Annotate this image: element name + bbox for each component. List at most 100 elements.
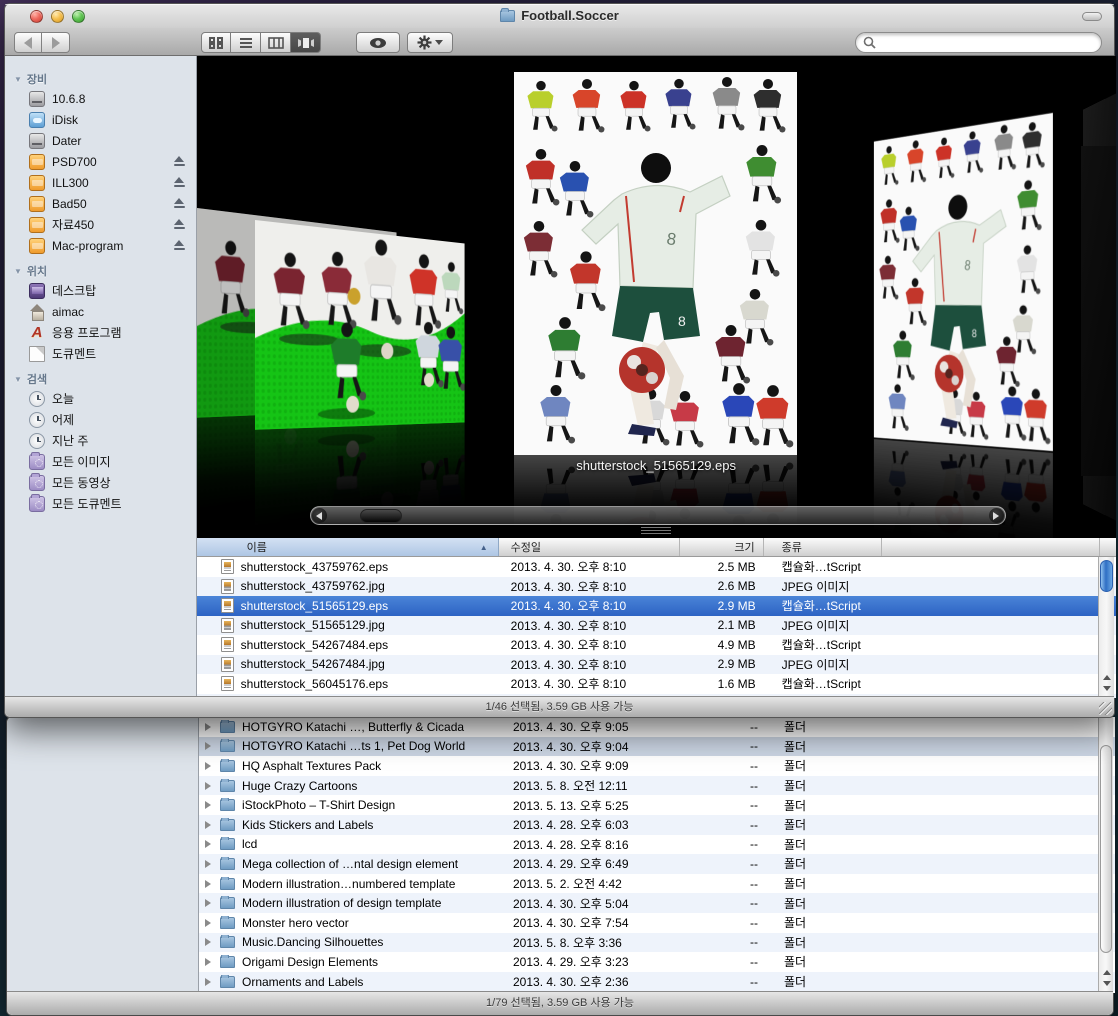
- file-row[interactable]: shutterstock_43759762.eps 2013. 4. 30. 오…: [197, 557, 1116, 577]
- sidebar-item[interactable]: ILL300: [5, 172, 196, 193]
- sidebar-item[interactable]: 모든 이미지: [5, 451, 196, 472]
- folder-icon: [220, 936, 235, 948]
- sidebar-section-search-for[interactable]: ▼검색: [5, 370, 196, 388]
- folder-row[interactable]: Huge Crazy Cartoons 2013. 5. 8. 오전 12:11…: [199, 776, 1115, 796]
- eject-icon[interactable]: [173, 177, 186, 188]
- list-view-button[interactable]: [231, 32, 261, 53]
- sidebar-item[interactable]: aimac: [5, 301, 196, 322]
- toolbar-toggle-button[interactable]: [1082, 12, 1102, 21]
- sidebar-item[interactable]: 지난 주: [5, 430, 196, 451]
- coverflow-scroll-left-button[interactable]: [312, 508, 327, 523]
- folder-row[interactable]: HQ Asphalt Textures Pack 2013. 4. 30. 오후…: [199, 756, 1115, 776]
- disclosure-triangle-icon[interactable]: [205, 742, 215, 750]
- coverflow-scroll-thumb[interactable]: [360, 509, 402, 523]
- disclosure-triangle-icon[interactable]: [205, 938, 215, 946]
- eject-icon[interactable]: [173, 219, 186, 230]
- sidebar-section-devices[interactable]: ▼장비: [5, 70, 196, 88]
- cover-item-right[interactable]: [874, 112, 1053, 538]
- eject-icon[interactable]: [173, 240, 186, 251]
- file-row[interactable]: shutterstock_43759762.jpg 2013. 4. 30. 오…: [197, 577, 1116, 597]
- sidebar-item-icon: [29, 283, 45, 299]
- file-row[interactable]: shutterstock_51565129.jpg 2013. 4. 30. 오…: [197, 616, 1116, 636]
- sidebar-item[interactable]: 응용 프로그램: [5, 322, 196, 343]
- title-bar[interactable]: Football.Soccer: [5, 4, 1114, 28]
- sidebar-item[interactable]: 도큐멘트: [5, 343, 196, 364]
- search-field[interactable]: [855, 32, 1102, 53]
- folder-row[interactable]: lcd 2013. 4. 28. 오후 8:16 -- 폴더: [199, 835, 1115, 855]
- folder-row[interactable]: Kids Stickers and Labels 2013. 4. 28. 오후…: [199, 815, 1115, 835]
- file-row[interactable]: shutterstock_51565129.eps 2013. 4. 30. 오…: [197, 596, 1116, 616]
- folder-icon: [220, 760, 235, 772]
- finder-window-background[interactable]: HOTGYRO Katachi …, Butterfly & Cicada 20…: [6, 716, 1114, 1016]
- disclosure-triangle-icon[interactable]: [205, 723, 215, 731]
- disclosure-triangle-icon[interactable]: [205, 782, 215, 790]
- eject-icon[interactable]: [173, 156, 186, 167]
- quick-look-button[interactable]: [356, 32, 400, 53]
- list-scrollbar[interactable]: [1098, 557, 1114, 698]
- folder-row[interactable]: iStockPhoto – T-Shirt Design 2013. 5. 13…: [199, 795, 1115, 815]
- disclosure-triangle-icon[interactable]: [205, 880, 215, 888]
- sidebar-item[interactable]: Bad50: [5, 193, 196, 214]
- sidebar-item[interactable]: Dater: [5, 130, 196, 151]
- column-header-kind[interactable]: 종류: [764, 538, 882, 556]
- disclosure-triangle-icon[interactable]: [205, 958, 215, 966]
- icon-view-button[interactable]: [201, 32, 231, 53]
- disclosure-triangle-icon[interactable]: [205, 801, 215, 809]
- back-button[interactable]: [14, 32, 42, 53]
- sidebar-item[interactable]: 모든 도큐멘트: [5, 493, 196, 514]
- folder-row[interactable]: Monster hero vector 2013. 4. 30. 오후 7:54…: [199, 913, 1115, 933]
- column-view-button[interactable]: [261, 32, 291, 53]
- sidebar-item[interactable]: 데스크탑: [5, 280, 196, 301]
- file-row[interactable]: shutterstock_54267484.eps 2013. 4. 30. 오…: [197, 635, 1116, 655]
- cover-item-left[interactable]: [255, 220, 465, 538]
- disclosure-triangle-icon[interactable]: [205, 821, 215, 829]
- column-header-size[interactable]: 크기: [680, 538, 764, 556]
- column-header-name[interactable]: 이름▲: [197, 538, 499, 556]
- sidebar-item-label: iDisk: [52, 113, 78, 127]
- coverflow-resize-handle[interactable]: [641, 527, 671, 535]
- folder-row[interactable]: Ornaments and Labels 2013. 4. 30. 오후 2:3…: [199, 972, 1115, 992]
- sidebar-item[interactable]: 모든 동영상: [5, 472, 196, 493]
- eject-icon[interactable]: [173, 198, 186, 209]
- sidebar-item[interactable]: 오늘: [5, 388, 196, 409]
- sidebar-section-places[interactable]: ▼위치: [5, 262, 196, 280]
- sidebar-item[interactable]: PSD700: [5, 151, 196, 172]
- disclosure-triangle-icon[interactable]: [205, 762, 215, 770]
- folder-row[interactable]: Mega collection of …ntal design element …: [199, 854, 1115, 874]
- action-menu-button[interactable]: [407, 32, 453, 53]
- forward-button[interactable]: [42, 32, 70, 53]
- scroll-up-button[interactable]: [1099, 963, 1115, 978]
- folder-row[interactable]: HOTGYRO Katachi …ts 1, Pet Dog World 201…: [199, 737, 1115, 757]
- sidebar-item[interactable]: 10.6.8: [5, 88, 196, 109]
- disclosure-triangle-icon[interactable]: [205, 899, 215, 907]
- folder-row[interactable]: Origami Design Elements 2013. 4. 29. 오후 …: [199, 952, 1115, 972]
- file-row[interactable]: shutterstock_54267484.jpg 2013. 4. 30. 오…: [197, 655, 1116, 675]
- window-resize-grip[interactable]: [1099, 702, 1112, 715]
- disclosure-triangle-icon[interactable]: [205, 978, 215, 986]
- coverflow-scrollbar[interactable]: [310, 506, 1006, 525]
- sidebar-item[interactable]: Mac-program: [5, 235, 196, 256]
- sidebar-item[interactable]: 어제: [5, 409, 196, 430]
- sidebar-item[interactable]: iDisk: [5, 109, 196, 130]
- coverflow-scroll-track[interactable]: [328, 507, 988, 524]
- list-scroll-thumb[interactable]: [1100, 560, 1113, 592]
- list-scroll-thumb[interactable]: [1100, 745, 1112, 953]
- list-scrollbar[interactable]: [1098, 717, 1113, 993]
- folder-row[interactable]: HOTGYRO Katachi …, Butterfly & Cicada 20…: [199, 717, 1115, 737]
- coverflow-view-button[interactable]: [291, 32, 321, 53]
- search-input[interactable]: [876, 36, 1076, 50]
- coverflow-scroll-right-button[interactable]: [989, 508, 1004, 523]
- folder-row[interactable]: Modern illustration…numbered template 20…: [199, 874, 1115, 894]
- column-header-date-modified[interactable]: 수정일: [499, 538, 680, 556]
- folder-row[interactable]: Modern illustration of design template 2…: [199, 893, 1115, 913]
- disclosure-triangle-icon[interactable]: [205, 919, 215, 927]
- sidebar-item-icon: [29, 91, 45, 107]
- disclosure-triangle-icon[interactable]: [205, 840, 215, 848]
- document-file-icon: [221, 559, 234, 574]
- disclosure-triangle-icon[interactable]: [205, 860, 215, 868]
- down-arrow-icon: [1103, 686, 1111, 695]
- file-row[interactable]: shutterstock_56045176.eps 2013. 4. 30. 오…: [197, 674, 1116, 694]
- scroll-up-button[interactable]: [1099, 668, 1115, 683]
- folder-row[interactable]: Music.Dancing Silhouettes 2013. 5. 8. 오후…: [199, 933, 1115, 953]
- sidebar-item[interactable]: 자료450: [5, 214, 196, 235]
